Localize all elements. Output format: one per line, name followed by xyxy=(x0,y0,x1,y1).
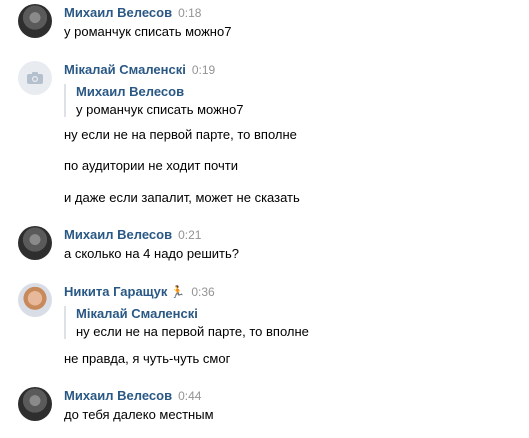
message-time[interactable]: 0:18 xyxy=(178,6,201,20)
avatar[interactable] xyxy=(18,283,52,317)
avatar[interactable] xyxy=(18,226,52,260)
avatar[interactable] xyxy=(18,387,52,421)
quoted-author[interactable]: Михаил Велесов xyxy=(76,84,243,99)
avatar[interactable] xyxy=(18,4,52,38)
message-header: Михаил Велесов 0:44 xyxy=(64,388,201,404)
message-header: Никита Гаращук 🏃 0:36 xyxy=(64,284,215,300)
message-time[interactable]: 0:19 xyxy=(192,63,215,77)
quoted-text: у романчук списать можно7 xyxy=(76,102,244,117)
message-time[interactable]: 0:36 xyxy=(191,285,214,299)
quoted-message[interactable]: Михаил Велесов у романчук списать можно7 xyxy=(64,84,243,117)
message-text: у романчук списать можно7 xyxy=(64,24,232,39)
running-person-icon: 🏃 xyxy=(170,285,186,299)
message-time[interactable]: 0:21 xyxy=(178,228,201,242)
camera-icon xyxy=(27,72,43,84)
message-text: не правда, я чуть-чуть смог xyxy=(64,351,231,366)
author-name[interactable]: Никита Гаращук xyxy=(64,284,167,299)
quoted-message[interactable]: Мікалай Смаленскі ну если не на первой п… xyxy=(64,306,309,339)
message-header: Михаил Велесов 0:18 xyxy=(64,5,201,21)
author-name[interactable]: Михаил Велесов xyxy=(64,5,172,20)
message-text: а сколько на 4 надо решить? xyxy=(64,246,239,261)
message-time[interactable]: 0:44 xyxy=(178,389,201,403)
message-text: до тебя далеко местным xyxy=(64,407,214,422)
message-header: Михаил Велесов 0:21 xyxy=(64,227,201,243)
quoted-author[interactable]: Мікалай Смаленскі xyxy=(76,306,309,321)
author-name[interactable]: Михаил Велесов xyxy=(64,388,172,403)
quoted-text: ну если не на первой парте, то вполне xyxy=(76,324,309,339)
author-name[interactable]: Мікалай Смаленскі xyxy=(64,62,186,77)
author-name[interactable]: Михаил Велесов xyxy=(64,227,172,242)
avatar[interactable] xyxy=(18,61,52,95)
message-text: по аудитории не ходит почти xyxy=(64,158,238,173)
message-text: ну если не на первой парте, то вполне xyxy=(64,127,297,142)
message-header: Мікалай Смаленскі 0:19 xyxy=(64,62,215,78)
message-text: и даже если запалит, может не сказать xyxy=(64,190,300,205)
